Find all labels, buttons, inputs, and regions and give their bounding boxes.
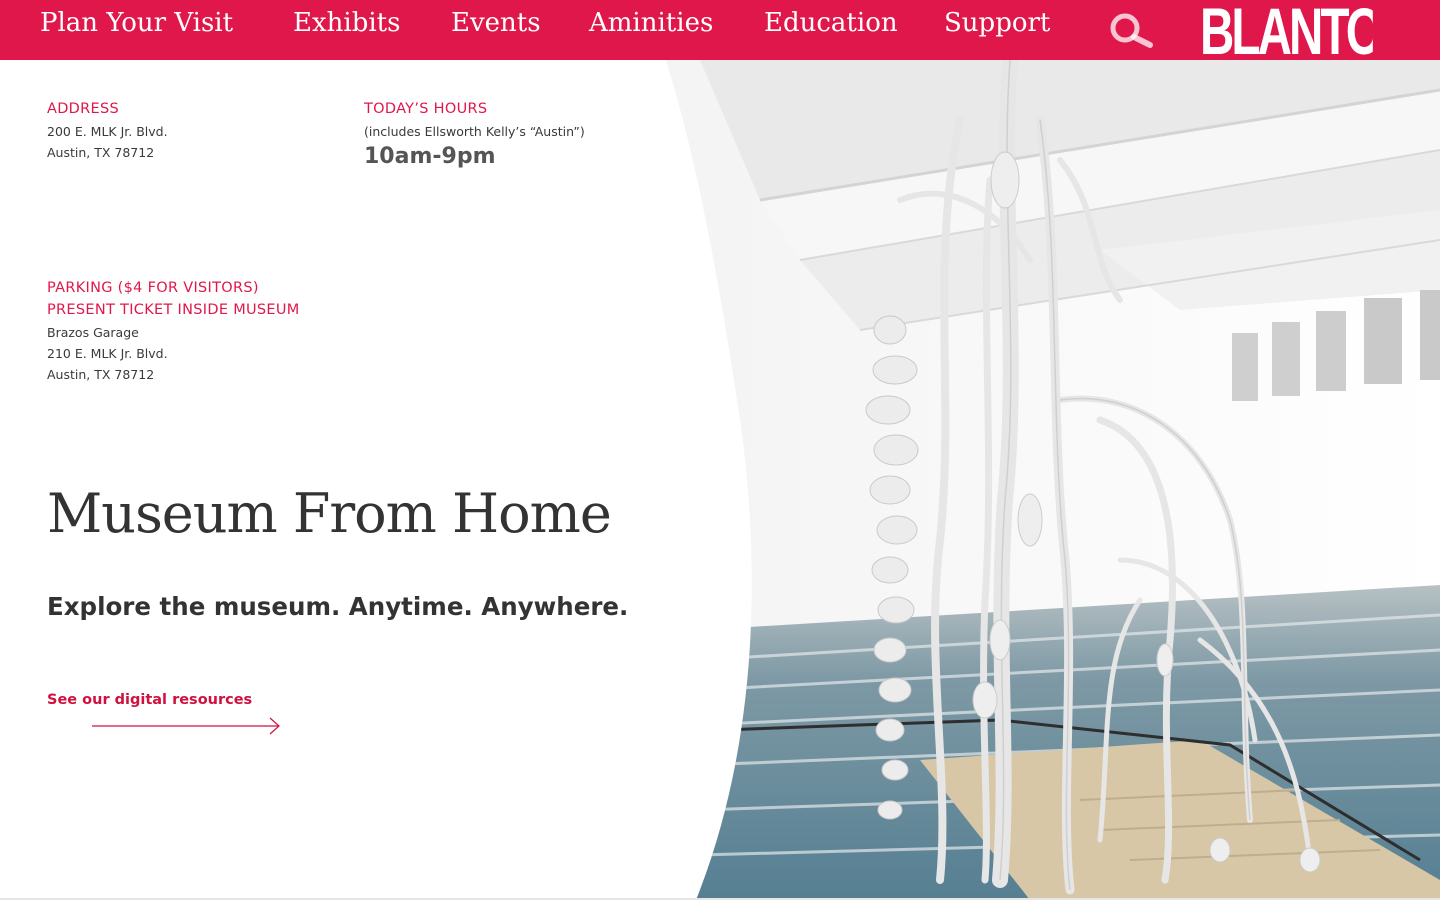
digital-resources-link[interactable]: See our digital resources <box>47 692 252 708</box>
gallery-sculpture-image <box>666 60 1440 900</box>
blanton-logo[interactable]: BLANTON <box>1200 0 1373 60</box>
hero-subtitle: Explore the museum. Anytime. Anywhere. <box>47 592 629 621</box>
nav-exhibits[interactable]: Exhibits <box>293 8 400 38</box>
hero-title: Museum From Home <box>47 482 612 545</box>
parking-garage-name: Brazos Garage <box>47 325 139 340</box>
parking-address-line-2: Austin, TX 78712 <box>47 367 155 382</box>
nav-plan-your-visit[interactable]: Plan Your Visit <box>40 8 233 38</box>
address-label: ADDRESS <box>47 101 119 117</box>
hours-note: (includes Ellsworth Kelly’s “Austin”) <box>364 124 585 139</box>
nav-events[interactable]: Events <box>451 8 541 38</box>
nav-aminities[interactable]: Aminities <box>589 8 713 38</box>
hours-label: TODAY’S HOURS <box>364 101 488 117</box>
arrow-right-icon[interactable] <box>92 716 282 736</box>
parking-label: PARKING ($4 FOR VISITORS) <box>47 280 259 296</box>
top-navigation: Plan Your Visit Exhibits Events Aminitie… <box>0 0 1440 60</box>
search-icon <box>1110 13 1153 48</box>
hours-value: 10am-9pm <box>364 144 496 169</box>
nav-support[interactable]: Support <box>944 8 1050 38</box>
address-line-1: 200 E. MLK Jr. Blvd. <box>47 124 168 139</box>
parking-address-line-1: 210 E. MLK Jr. Blvd. <box>47 346 168 361</box>
search-button[interactable] <box>1106 10 1156 50</box>
parking-ticket-label: PRESENT TICKET INSIDE MUSEUM <box>47 302 300 318</box>
nav-education[interactable]: Education <box>764 8 898 38</box>
address-line-2: Austin, TX 78712 <box>47 145 155 160</box>
